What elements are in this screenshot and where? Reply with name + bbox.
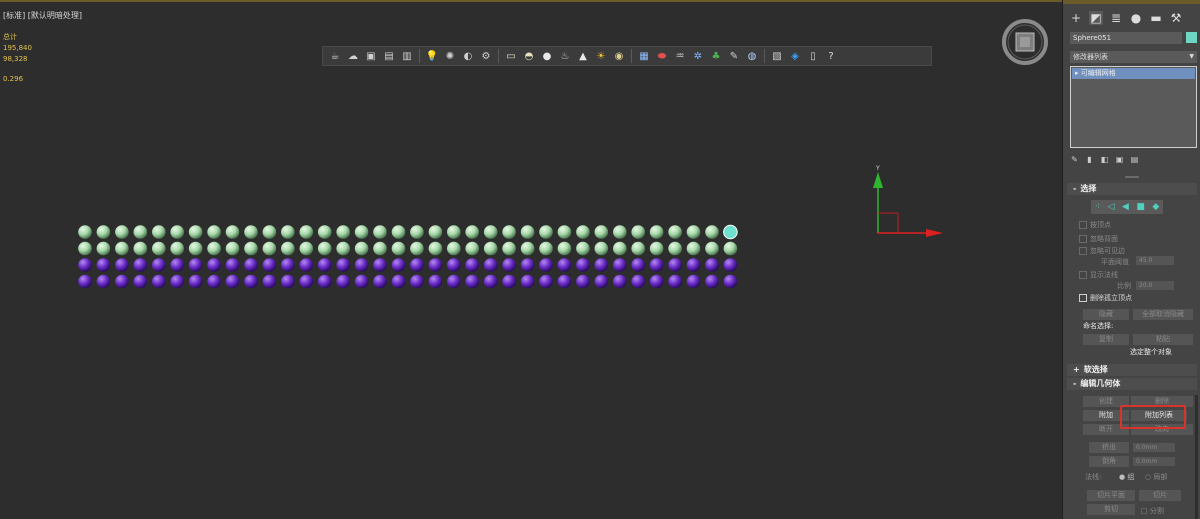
configure-sets-icon[interactable]: ▤ bbox=[1130, 155, 1139, 164]
gizmo-x-arrow[interactable] bbox=[926, 229, 943, 237]
delete-isolated-checkbox[interactable]: 删除孤立顶点 bbox=[1079, 293, 1132, 303]
normal-group-radio[interactable]: ● 组 bbox=[1119, 472, 1134, 482]
viewcube[interactable] bbox=[1002, 19, 1048, 65]
paste-button[interactable]: 粘贴 bbox=[1133, 334, 1193, 345]
command-panel-tabs: + ◩ ≣ ● ▬ ⚒ bbox=[1069, 11, 1183, 25]
ignore-backfacing-checkbox[interactable]: 忽略背面 bbox=[1079, 234, 1118, 244]
stack-toolbar: ✎ ▮ ◧ ▣ ▤ bbox=[1070, 153, 1197, 165]
by-vertex-checkbox[interactable]: 按顶点 bbox=[1079, 220, 1111, 230]
teapot2-icon[interactable]: ♨ bbox=[557, 48, 573, 64]
modifier-list-dropdown[interactable]: 修改器列表 ▼ bbox=[1070, 51, 1197, 63]
display-tab-icon[interactable]: ▬ bbox=[1149, 11, 1163, 25]
light-icon[interactable]: 💡 bbox=[424, 48, 440, 64]
motion-tab-icon[interactable]: ● bbox=[1129, 11, 1143, 25]
object-name-field[interactable]: Sphere051 bbox=[1070, 32, 1182, 44]
slice-plane-button[interactable]: 切片平面 bbox=[1087, 490, 1135, 501]
panel-scrollbar[interactable] bbox=[1195, 395, 1198, 519]
color-render-icon[interactable]: ◈ bbox=[787, 48, 803, 64]
pin-stack-icon[interactable]: ✎ bbox=[1070, 155, 1079, 164]
modifier-list-label: 修改器列表 bbox=[1073, 53, 1108, 61]
render-setup-icon[interactable]: ▤ bbox=[381, 48, 397, 64]
object-color-swatch[interactable] bbox=[1186, 32, 1197, 43]
viewport-toolbar: ☕ ☁ ▣ ▤ ▥ 💡 ✺ ◐ ⚙ ▭ ◓ ● ♨ ▲ ☀ ◉ ▦ ⬬ ♒ ✲ ♣ ✎ ◍ ▧ ◈ ▯? bbox=[322, 46, 932, 66]
cone-icon[interactable]: ▲ bbox=[575, 48, 591, 64]
toolbar-separator bbox=[764, 49, 765, 63]
toolbar-separator bbox=[631, 49, 632, 63]
create-tab-icon[interactable]: + bbox=[1069, 11, 1083, 25]
show-end-result-icon[interactable]: ▮ bbox=[1085, 155, 1094, 164]
face-mode-icon[interactable]: ◀ bbox=[1122, 202, 1129, 212]
doc-icon[interactable]: ▯ bbox=[805, 48, 821, 64]
brush-icon[interactable]: ✎ bbox=[726, 48, 742, 64]
split-checkbox[interactable]: □ 分割 bbox=[1141, 506, 1164, 516]
cut-button[interactable]: 剪切 bbox=[1087, 504, 1135, 515]
stack-item-editable-mesh[interactable]: ▸ 可编辑网格 bbox=[1072, 68, 1195, 79]
modifier-stack[interactable]: ▸ 可编辑网格 bbox=[1070, 66, 1197, 148]
omni-light-icon[interactable]: ✺ bbox=[442, 48, 458, 64]
make-unique-icon[interactable]: ◧ bbox=[1100, 155, 1109, 164]
checker-icon[interactable]: ▦ bbox=[636, 48, 652, 64]
camera-icon[interactable]: ⚙ bbox=[478, 48, 494, 64]
subobject-level-icons: ⁖ ◁ ◀ ■ ◆ bbox=[1091, 200, 1163, 214]
rollup-soft-selection-header[interactable]: + 软选择 bbox=[1067, 364, 1197, 376]
render-messages-icon[interactable]: ▥ bbox=[399, 48, 415, 64]
show-normals-checkbox[interactable]: 显示法线 bbox=[1079, 270, 1118, 280]
chevron-down-icon: ▼ bbox=[1189, 53, 1194, 60]
utilities-tab-icon[interactable]: ⚒ bbox=[1169, 11, 1183, 25]
normal-label: 法线: bbox=[1085, 473, 1102, 481]
multi-render-icon[interactable]: ▧ bbox=[769, 48, 785, 64]
scale-spinner[interactable]: 20.0 bbox=[1136, 281, 1174, 290]
teapot-icon[interactable]: ☕ bbox=[327, 48, 343, 64]
disc-icon[interactable]: ◉ bbox=[611, 48, 627, 64]
help-icon[interactable]: ? bbox=[823, 48, 839, 64]
selection-info: 选定整个对象 bbox=[1130, 348, 1172, 356]
hide-button[interactable]: 隐藏 bbox=[1083, 309, 1129, 320]
gizmo-y-arrow[interactable] bbox=[873, 172, 883, 188]
gear-sphere-icon[interactable]: ✲ bbox=[690, 48, 706, 64]
planar-thresh-label: 平面阈值 bbox=[1101, 258, 1129, 266]
vertex-mode-icon[interactable]: ⁖ bbox=[1095, 202, 1100, 212]
extrude-spinner[interactable]: 0.0mm bbox=[1133, 443, 1175, 452]
rollup-selection-header[interactable]: - 选择 bbox=[1067, 183, 1197, 195]
normal-local-radio[interactable]: ○ 局部 bbox=[1145, 472, 1167, 482]
slice-button[interactable]: 切片 bbox=[1139, 490, 1181, 501]
copy-button[interactable]: 复制 bbox=[1083, 334, 1129, 345]
render-frame-icon[interactable]: ▣ bbox=[363, 48, 379, 64]
command-panel: + ◩ ≣ ● ▬ ⚒ Sphere051 修改器列表 ▼ ▸ 可编辑网格 ✎ … bbox=[1062, 0, 1200, 519]
transform-gizmo[interactable]: Y bbox=[0, 2, 1062, 519]
gizmo-y-label: Y bbox=[875, 165, 880, 172]
remove-modifier-icon[interactable]: ▣ bbox=[1115, 155, 1124, 164]
box-icon[interactable]: ▭ bbox=[503, 48, 519, 64]
modify-tab-icon[interactable]: ◩ bbox=[1089, 11, 1103, 25]
extrude-button[interactable]: 挤出 bbox=[1089, 442, 1129, 453]
ignore-visible-edges-checkbox[interactable]: 忽略可见边 bbox=[1079, 246, 1125, 256]
cloud-icon[interactable]: ☁ bbox=[345, 48, 361, 64]
perspective-viewport[interactable]: [标准] [默认明暗处理] 总计 195,840 98,328 0.296 Y … bbox=[0, 0, 1062, 519]
sun-icon[interactable]: ☀ bbox=[593, 48, 609, 64]
planar-thresh-spinner[interactable]: 45.0 bbox=[1136, 256, 1174, 265]
plant-icon[interactable]: ♣ bbox=[708, 48, 724, 64]
spot-light-icon[interactable]: ◐ bbox=[460, 48, 476, 64]
polygon-mode-icon[interactable]: ■ bbox=[1136, 202, 1145, 212]
sphere-icon[interactable]: ● bbox=[539, 48, 555, 64]
hemisphere-icon[interactable]: ◓ bbox=[521, 48, 537, 64]
chamfer-spinner[interactable]: 0.0mm bbox=[1133, 457, 1175, 466]
rollup-edit-geometry-header[interactable]: - 编辑几何体 bbox=[1067, 378, 1197, 390]
scale-label: 比例 bbox=[1117, 282, 1131, 290]
named-selections-label: 命名选择: bbox=[1083, 322, 1114, 330]
unhide-all-button[interactable]: 全部取消隐藏 bbox=[1133, 309, 1193, 320]
highlight-box bbox=[1120, 405, 1186, 429]
pill-icon[interactable]: ⬬ bbox=[654, 48, 670, 64]
hair-icon[interactable]: ♒ bbox=[672, 48, 688, 64]
toolbar-separator bbox=[419, 49, 420, 63]
element-mode-icon[interactable]: ◆ bbox=[1152, 202, 1159, 212]
chamfer-button[interactable]: 倒角 bbox=[1089, 456, 1129, 467]
edge-mode-icon[interactable]: ◁ bbox=[1108, 202, 1115, 212]
toolbar-separator bbox=[498, 49, 499, 63]
metal-sphere-icon[interactable]: ◍ bbox=[744, 48, 760, 64]
hierarchy-tab-icon[interactable]: ≣ bbox=[1109, 11, 1123, 25]
